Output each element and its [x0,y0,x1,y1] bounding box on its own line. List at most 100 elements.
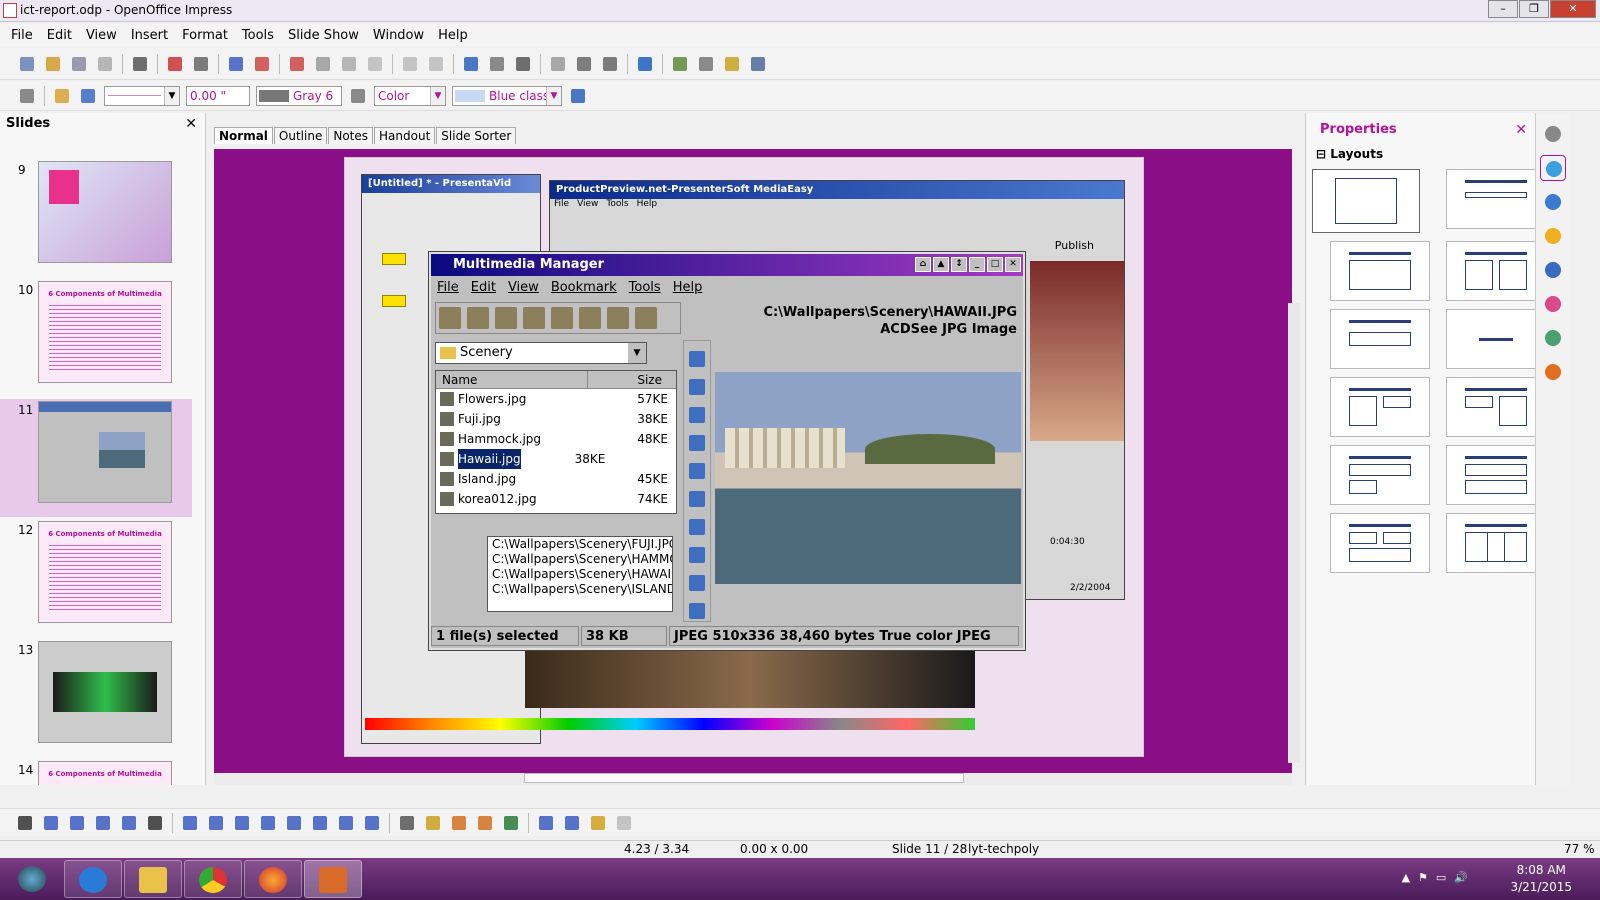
close-button[interactable]: ✕ [1550,0,1596,18]
mm-pin-icon[interactable]: ⌂ [915,257,931,272]
line-icon[interactable] [51,85,73,107]
curve-icon[interactable] [179,812,201,834]
arrow-style-icon[interactable] [77,85,99,107]
flowchart-icon[interactable] [309,812,331,834]
layout-title-2content-over[interactable] [1330,445,1430,505]
menu-help[interactable]: Help [431,28,475,43]
layout-title-6content[interactable] [1446,513,1546,573]
callouts-icon[interactable] [335,812,357,834]
slide-thumb-10[interactable]: 10 6 Components of Multimedia [0,279,192,397]
tab-handout[interactable]: Handout [374,127,436,144]
list-item[interactable]: korea012.jpg 74KE [436,489,676,509]
close-slides-panel-icon[interactable]: ✕ [185,113,197,135]
line-style-select[interactable]: ▼ [104,85,180,106]
line-width-field[interactable]: 0.00 " [186,85,250,106]
rotate-icon[interactable] [689,519,705,535]
mm-folder-select[interactable]: Scenery ▼ [435,342,647,364]
ellipse-icon[interactable] [118,812,140,834]
mm-close-icon[interactable]: ✕ [1005,257,1021,272]
grid-icon[interactable] [547,53,569,75]
menu-edit[interactable]: Edit [40,28,79,43]
start-button[interactable] [4,860,62,898]
layout-title-content[interactable] [1330,241,1430,301]
navigator-icon[interactable] [573,53,595,75]
copy-icon[interactable] [312,53,334,75]
slide-icon[interactable] [669,53,691,75]
rectangle-icon[interactable] [92,812,114,834]
slide-thumb-13[interactable]: 13 [0,639,192,757]
current-slide[interactable]: [Untitled] * - PresentaVid ProductPrevie… [344,157,1144,757]
sidebar-menu-icon[interactable] [1540,121,1566,147]
print-icon[interactable] [190,53,212,75]
basic-shapes-icon[interactable] [231,812,253,834]
mm-restore-icon[interactable]: ↕ [951,257,967,272]
slide-transition-icon[interactable] [1540,257,1566,283]
help-icon[interactable] [634,53,656,75]
points-icon[interactable] [396,812,418,834]
layout-title-only[interactable] [1446,169,1546,229]
mm-playlist[interactable]: C:\Wallpapers\Scenery\FUJI.JPG C:\Wallpa… [487,536,673,612]
mm-col-name[interactable]: Name [436,371,588,388]
menu-slide-show[interactable]: Slide Show [281,28,366,43]
list-item[interactable]: Fuji.jpg 38KE [436,409,676,429]
gallery-tool-icon[interactable] [500,812,522,834]
mm-full-icon[interactable] [689,407,705,423]
chart-icon[interactable] [460,53,482,75]
list-item[interactable]: Flowers.jpg 57KE [436,389,676,409]
mm-bookmark-icon[interactable] [523,307,545,329]
line-tool-icon[interactable] [40,812,62,834]
mm-view-icon[interactable] [689,351,705,367]
mm-minimize-icon[interactable]: _ [969,257,985,272]
spellcheck-icon[interactable] [225,53,247,75]
layouts-section-header[interactable]: ⊟ Layouts [1316,147,1383,161]
slide-thumb-14[interactable]: 14 6 Components of Multimedia [0,759,192,785]
menu-tools[interactable]: Tools [235,28,281,43]
taskbar-explorer[interactable] [124,860,182,898]
mm-copy-icon[interactable] [551,307,573,329]
zoom-in-icon[interactable] [689,435,705,451]
glue-points-icon[interactable] [422,812,444,834]
mm-crop-icon[interactable] [689,575,705,591]
layout-2content-title[interactable] [1330,377,1430,437]
mm-run-icon[interactable] [689,491,705,507]
rotate-tool-icon[interactable] [535,812,557,834]
arrange-icon[interactable] [587,812,609,834]
custom-animation-icon[interactable] [1540,223,1566,249]
mm-move-icon[interactable] [579,307,601,329]
layout-centered-text[interactable] [1446,309,1546,369]
paste-icon[interactable] [338,53,360,75]
mm-file-list[interactable]: Name Size Flowers.jpg 57KE Fuji.jpg 38KE Ha… [435,370,677,514]
zoom-icon[interactable] [599,53,621,75]
gallery-icon[interactable] [1540,325,1566,351]
email-icon[interactable] [94,53,116,75]
mm-find-icon[interactable] [495,307,517,329]
layout-content-2content[interactable] [1446,377,1546,437]
symbol-shapes-icon[interactable] [257,812,279,834]
layout-title-4content[interactable] [1330,513,1430,573]
mm-browse-icon[interactable] [467,307,489,329]
slide-design-icon[interactable] [721,53,743,75]
alignment-icon[interactable] [561,812,583,834]
mm-menu-edit[interactable]: Edit [471,280,496,295]
mm-export-icon[interactable] [689,603,705,619]
extrusion-icon[interactable] [613,812,635,834]
edit-file-icon[interactable] [129,53,151,75]
mm-menu-tools[interactable]: Tools [629,280,661,295]
mm-menu-help[interactable]: Help [673,280,703,295]
mm-fit-icon[interactable] [689,379,705,395]
autospellcheck-icon[interactable] [251,53,273,75]
select-arrow-icon[interactable] [14,812,36,834]
clock[interactable]: 8:08 AM 3/21/2015 [1510,862,1572,896]
layout-blank[interactable] [1312,169,1420,233]
menu-insert[interactable]: Insert [124,28,175,43]
mm-col-size[interactable]: Size [588,371,662,388]
open-icon[interactable] [42,53,64,75]
slide-show-icon[interactable] [747,53,769,75]
zoom-level[interactable]: 77 % [1564,842,1595,856]
menu-window[interactable]: Window [366,28,431,43]
mm-delete-icon[interactable] [607,307,629,329]
tab-slide-sorter[interactable]: Slide Sorter [436,127,517,144]
fontwork-icon[interactable] [448,812,470,834]
redo-icon[interactable] [425,53,447,75]
list-item[interactable]: Island.jpg 45KE [436,469,676,489]
